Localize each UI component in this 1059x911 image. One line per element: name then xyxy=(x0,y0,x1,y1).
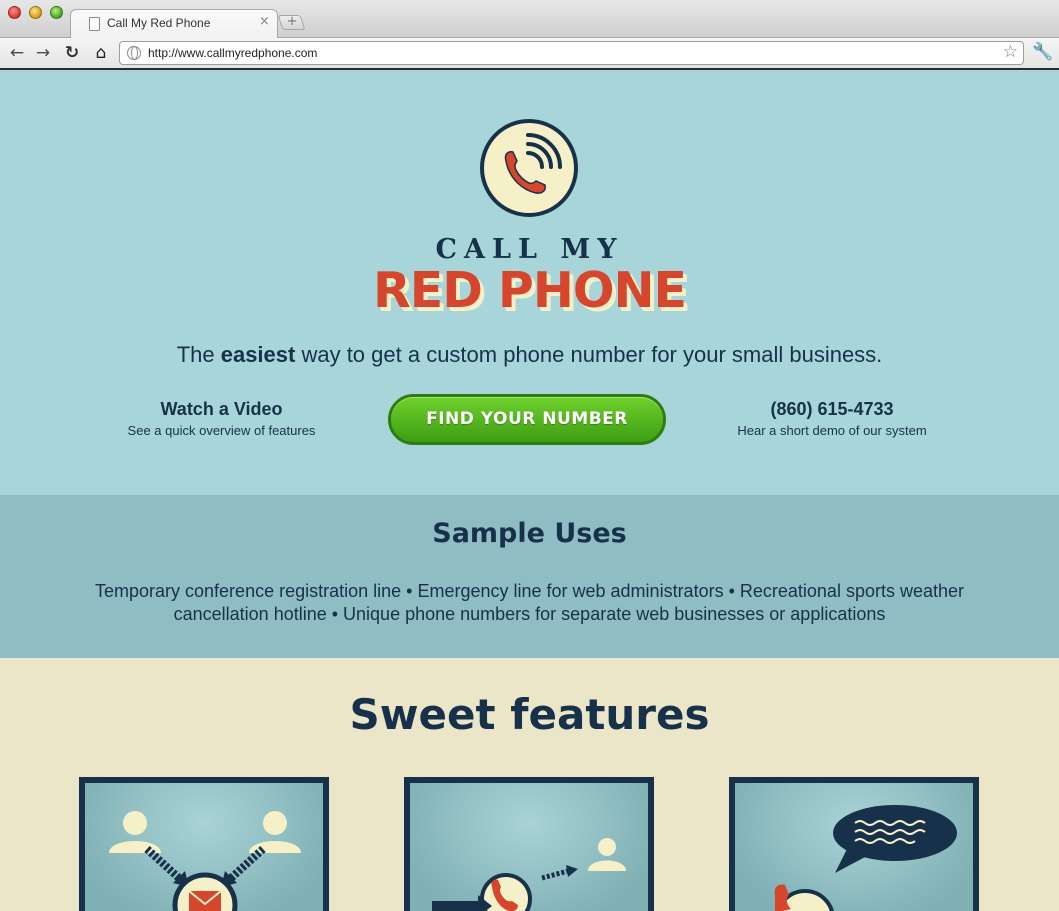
sample-uses-title: Sample Uses xyxy=(432,518,627,549)
reload-icon[interactable]: ↻ xyxy=(62,43,82,63)
demo-phone-subtitle: Hear a short demo of our system xyxy=(737,423,927,438)
wrench-icon[interactable]: 🔧 xyxy=(1032,42,1053,62)
feature-card-people xyxy=(79,777,329,911)
features-section: Sweet features xyxy=(0,658,1059,911)
forward-arrow-icon[interactable]: → xyxy=(33,43,53,63)
features-title: Sweet features xyxy=(349,690,710,739)
sample-uses-section: Sample Uses Temporary conference registr… xyxy=(0,495,1059,658)
browser-toolbar: ← → ↻ ⌂ http://www.callmyredphone.com ☆ … xyxy=(0,38,1059,70)
zoom-window-button[interactable] xyxy=(50,6,63,19)
star-icon[interactable]: ☆ xyxy=(1003,42,1018,62)
web-page: CALL MY RED PHONE The easiest way to get… xyxy=(0,72,1059,911)
tagline-emphasis: easiest xyxy=(220,342,296,367)
phone-forward-icon xyxy=(432,838,626,911)
feature-card-voicemail xyxy=(729,777,979,911)
back-arrow-icon[interactable]: ← xyxy=(7,43,27,63)
people-converging-icon xyxy=(109,811,301,911)
close-window-button[interactable] xyxy=(8,6,21,19)
browser-tab[interactable]: Call My Red Phone × xyxy=(70,9,278,39)
tagline-prefix: The xyxy=(176,342,221,367)
minimize-window-button[interactable] xyxy=(29,6,42,19)
new-tab-button[interactable]: + xyxy=(277,14,306,30)
watch-video-title[interactable]: Watch a Video xyxy=(104,399,339,420)
phone-logo-icon[interactable] xyxy=(480,119,578,217)
feature-card-forwarding xyxy=(404,777,654,911)
voicemail-speech-icon xyxy=(774,805,957,911)
hero-section: CALL MY RED PHONE The easiest way to get… xyxy=(0,72,1059,495)
watch-video-link[interactable]: Watch a Video See a quick overview of fe… xyxy=(104,399,339,438)
watch-video-subtitle: See a quick overview of features xyxy=(127,423,316,438)
demo-phone-link[interactable]: (860) 615-4733 Hear a short demo of our … xyxy=(708,399,956,438)
tagline-suffix: way to get a custom phone number for you… xyxy=(295,342,883,367)
tagline: The easiest way to get a custom phone nu… xyxy=(0,342,1059,368)
address-bar[interactable]: http://www.callmyredphone.com ☆ xyxy=(119,41,1024,65)
home-icon[interactable]: ⌂ xyxy=(91,43,111,63)
url-text[interactable]: http://www.callmyredphone.com xyxy=(148,46,317,60)
tab-title: Call My Red Phone xyxy=(107,16,211,30)
page-icon xyxy=(89,17,100,31)
plus-icon: + xyxy=(286,14,298,29)
find-your-number-button[interactable]: FIND YOUR NUMBER xyxy=(388,394,666,445)
sample-uses-text: Temporary conference registration line •… xyxy=(95,581,964,624)
globe-icon xyxy=(127,46,141,60)
demo-phone-number[interactable]: (860) 615-4733 xyxy=(708,399,956,420)
browser-titlebar: Call My Red Phone × + xyxy=(0,0,1059,39)
brand-wordmark-top: CALL MY xyxy=(435,234,624,265)
tab-close-icon[interactable]: × xyxy=(259,14,270,29)
brand-wordmark-main: RED PHONE xyxy=(373,262,687,319)
